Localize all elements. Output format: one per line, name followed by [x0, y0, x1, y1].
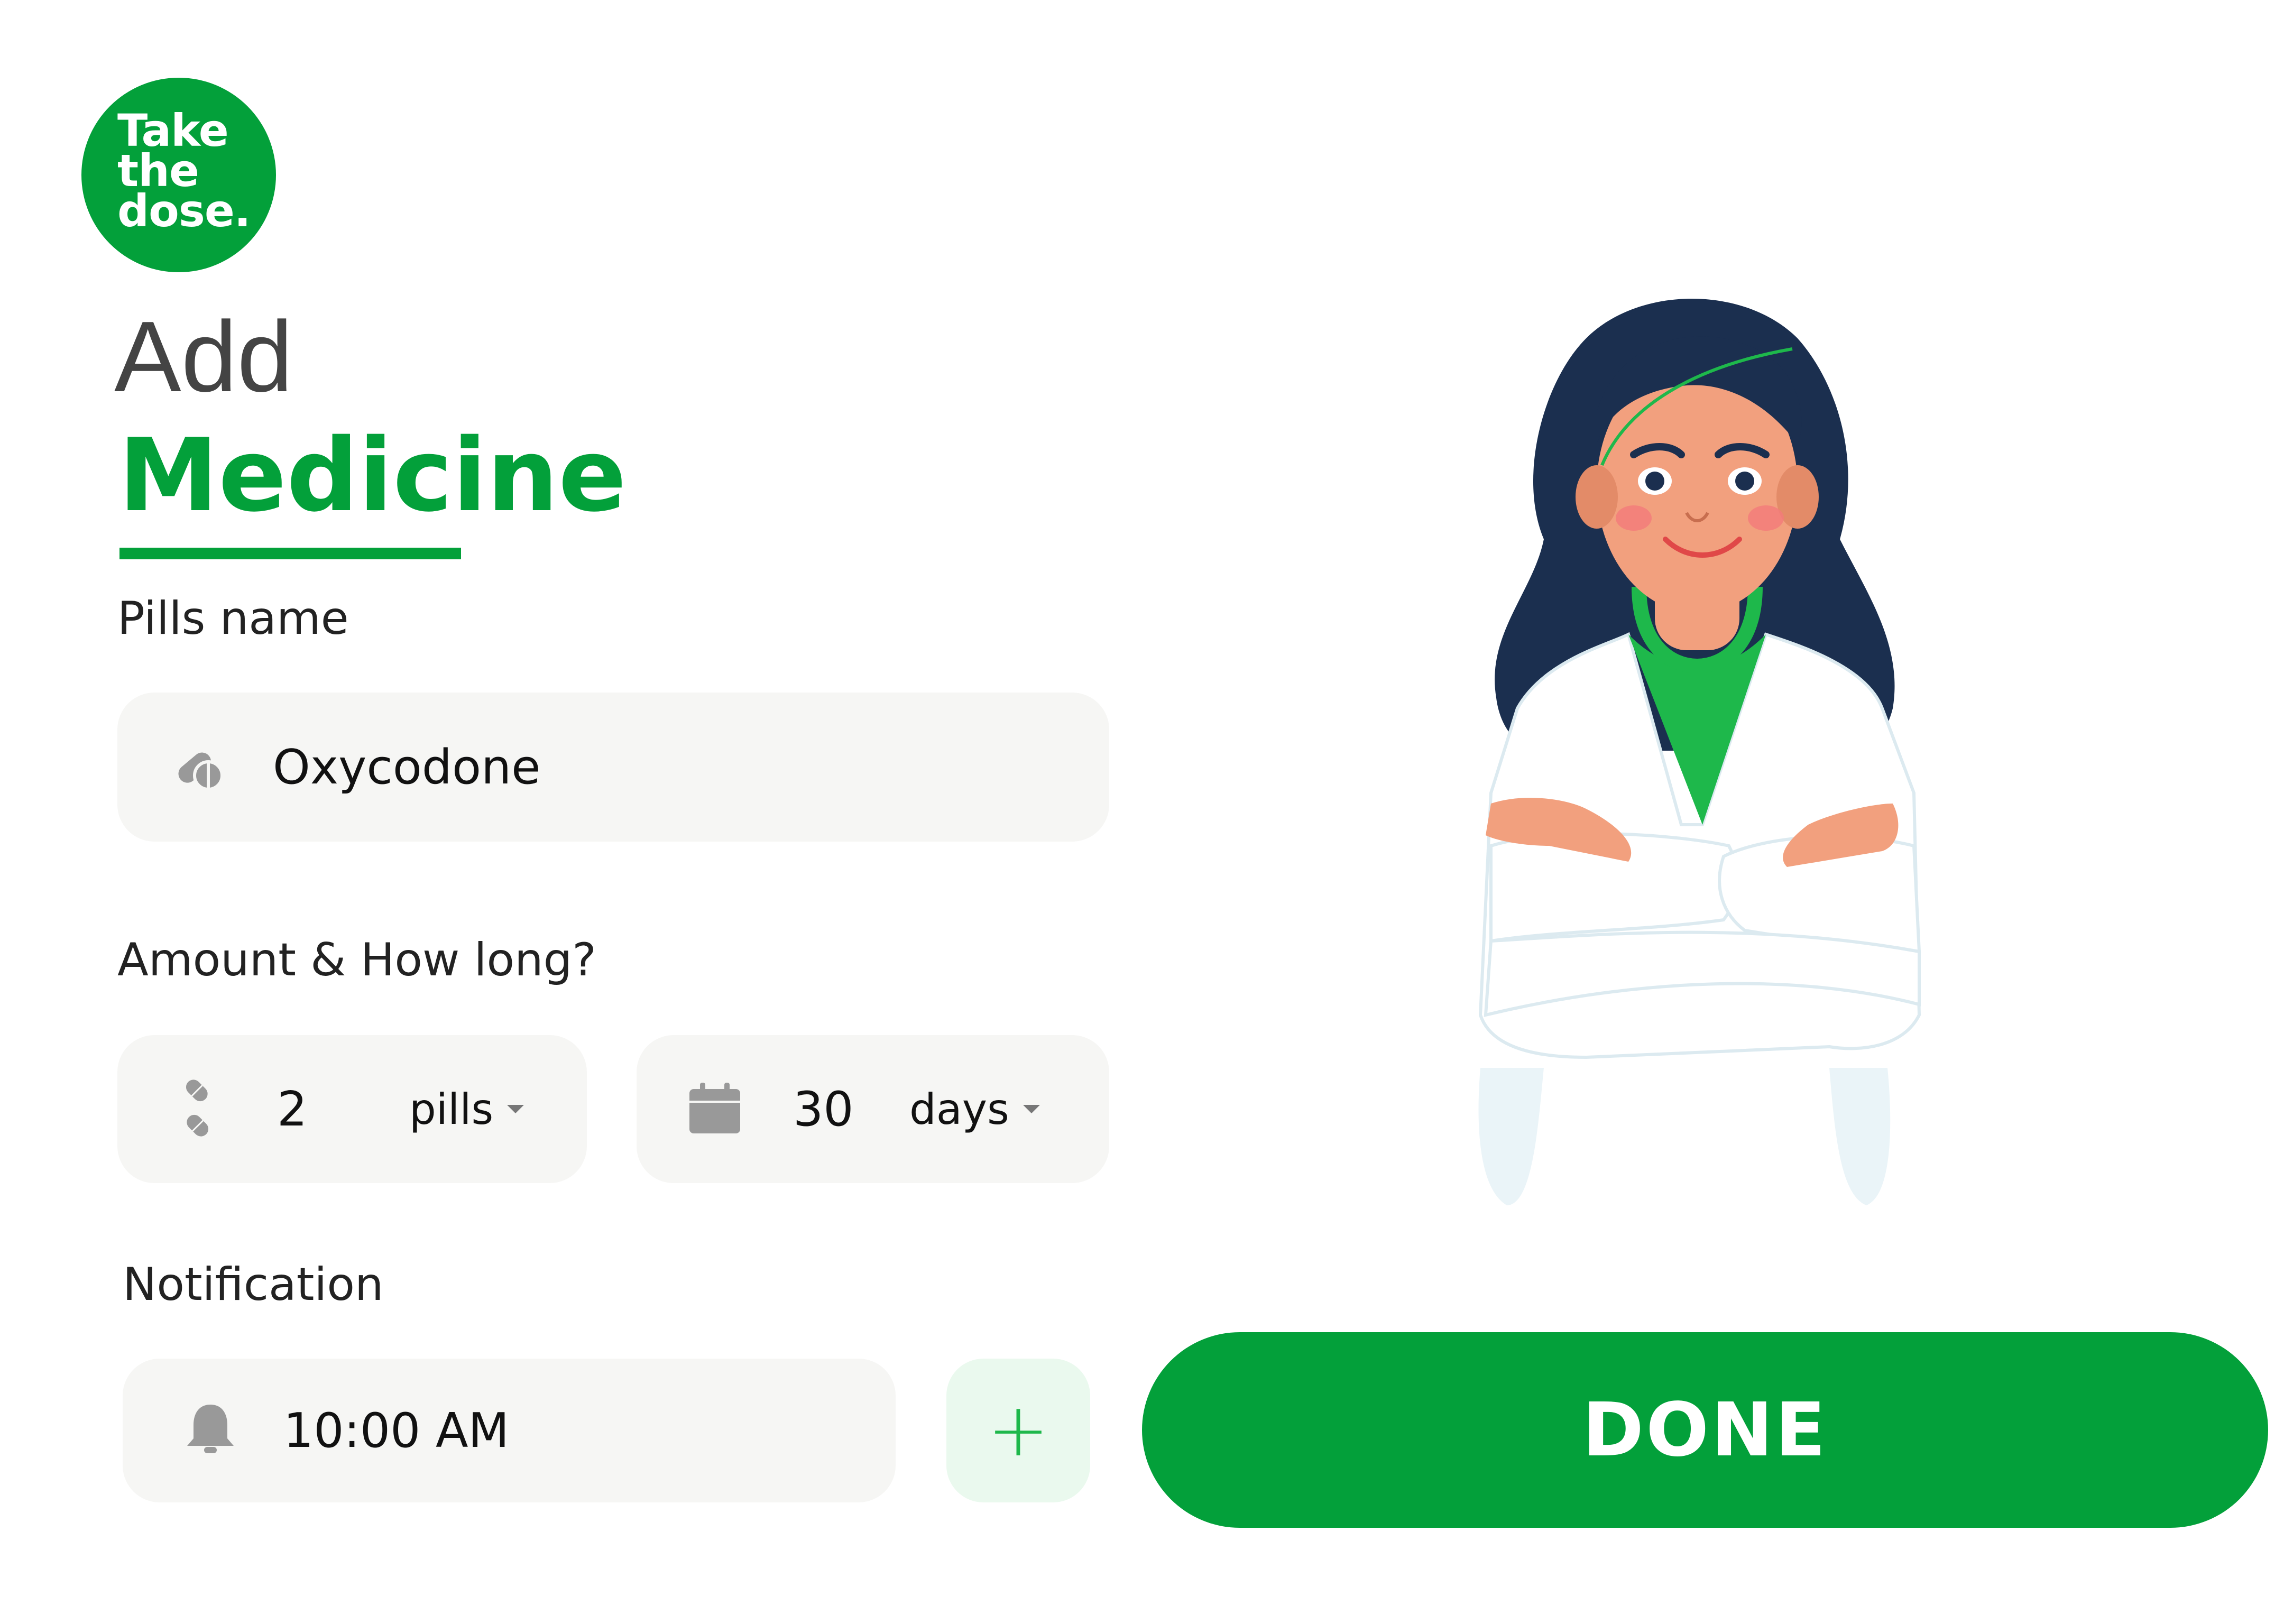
- notification-label: Notification: [123, 1258, 384, 1311]
- page-title-prefix: Add: [114, 301, 293, 413]
- plus-icon: +: [987, 1387, 1049, 1473]
- notification-time-field[interactable]: 10:00 AM: [123, 1359, 896, 1502]
- chevron-down-icon: [1023, 1105, 1040, 1113]
- amount-value: 2: [277, 1081, 308, 1137]
- add-notification-button[interactable]: +: [946, 1359, 1090, 1502]
- app-logo: Take the dose.: [81, 78, 276, 272]
- pills-name-input[interactable]: Oxycodone: [117, 693, 1109, 842]
- duration-unit-dropdown[interactable]: days: [909, 1085, 1040, 1134]
- duration-value: 30: [793, 1081, 854, 1137]
- notification-time-value: 10:00 AM: [283, 1402, 510, 1459]
- duration-unit-label: days: [909, 1084, 1009, 1134]
- amount-duration-label: Amount & How long?: [117, 934, 596, 986]
- calendar-icon: [687, 1081, 742, 1138]
- duration-field[interactable]: 30 days: [637, 1035, 1109, 1183]
- pills-icon: [168, 1079, 226, 1139]
- chevron-down-icon: [507, 1105, 524, 1113]
- doctor-illustration: [1428, 275, 1983, 1226]
- page-title: Medicine: [118, 417, 627, 534]
- amount-unit-dropdown[interactable]: pills: [409, 1085, 524, 1134]
- pills-name-value: Oxycodone: [273, 739, 541, 795]
- pill-capsule-icon: [172, 740, 225, 795]
- logo-line-3: dose.: [117, 185, 251, 237]
- done-button[interactable]: DONE: [1142, 1332, 2268, 1528]
- logo-text: Take the dose.: [117, 108, 251, 237]
- bell-icon: [184, 1400, 237, 1461]
- pills-name-label: Pills name: [117, 592, 349, 645]
- amount-field[interactable]: 2 pills: [117, 1035, 587, 1183]
- amount-unit-label: pills: [409, 1084, 494, 1134]
- title-underline: [119, 548, 461, 559]
- done-button-label: DONE: [1582, 1387, 1828, 1473]
